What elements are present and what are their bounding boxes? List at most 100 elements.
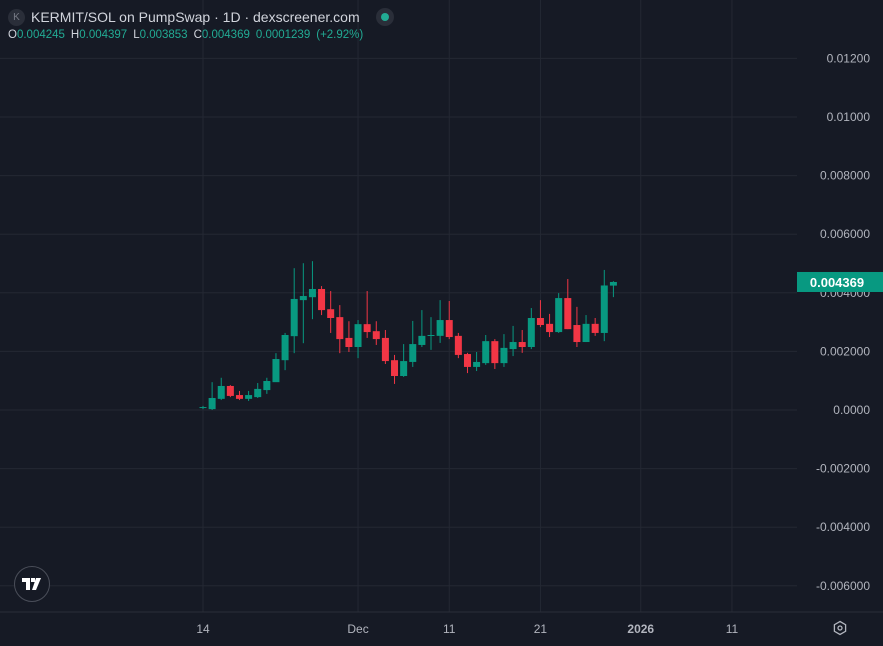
candle [409,320,417,367]
close-label: C [193,29,202,41]
price-tick-label: 0.0000 [833,403,870,417]
candle [381,330,389,364]
candle-body [372,331,380,340]
candle-body [491,341,499,364]
candle-body [555,298,563,333]
candle-body [527,317,535,348]
candle [263,377,271,394]
candle [473,351,481,372]
candle [318,286,326,316]
candle-body [418,335,426,345]
candle [290,268,298,354]
candle-body [573,325,581,343]
change-value: 0.0001239 [255,29,311,41]
candle-body [500,347,508,364]
close-value: 0.004369 [201,29,250,41]
candles [199,261,617,410]
candle-body [591,323,599,333]
symbol-logo-icon: K [8,8,25,26]
candle-body [609,281,617,286]
candle-body [308,288,316,298]
candle [491,339,499,369]
candle [500,334,508,367]
candle [555,293,563,333]
candle [573,306,581,348]
candle [418,310,426,348]
candle [546,313,554,338]
open-value: 0.004245 [16,29,65,41]
price-tick-label: -0.002000 [816,462,870,476]
candle [391,354,399,384]
candle [436,300,444,343]
candle-body [582,323,590,343]
last-price-label: 0.004369 [810,275,864,290]
candle-body [454,335,462,355]
high-label: H [70,29,80,41]
candle-body [381,337,389,362]
candle [564,279,572,330]
ohlc-values: O0.004245 H0.004397 L0.003853 C0.004369 … [8,29,394,41]
candle [217,377,225,401]
candle-body [318,288,326,311]
price-tick-label: 0.002000 [820,344,870,358]
candlestick-chart[interactable]: 0.012000.010000.0080000.0060000.0040000.… [0,0,883,646]
candle [600,269,608,342]
candle [299,263,307,344]
candle-body [235,395,243,399]
candle-body [336,317,344,340]
candle-body [245,395,253,399]
price-tick-label: 0.008000 [820,169,870,183]
candle [226,385,234,398]
candle [281,332,289,371]
candle [527,308,535,350]
candle-body [445,320,453,338]
candle-body [345,337,353,348]
price-axis[interactable]: 0.012000.010000.0080000.0060000.0040000.… [816,51,870,592]
candle-body [327,309,335,318]
time-tick-label: Dec [347,622,368,636]
candle-body [473,361,481,367]
candle-body [600,285,608,333]
market-status-icon[interactable] [375,8,394,26]
candle-body [254,388,262,398]
candle [463,352,471,374]
price-tick-label: 0.006000 [820,227,870,241]
low-value: 0.003853 [139,29,188,41]
settings-gear-icon[interactable] [832,620,848,636]
change-percent: (+2.92%) [316,29,364,41]
candle-body [299,296,307,301]
candle-body [354,324,362,348]
time-tick-label: 2026 [627,622,654,636]
high-value: 0.004397 [79,29,128,41]
candle [308,261,316,320]
candle [518,330,526,353]
time-tick-label: 21 [534,622,548,636]
candle-body [409,344,417,362]
price-tick-label: 0.01200 [827,51,871,65]
tradingview-logo-icon[interactable] [14,566,50,602]
last-price-marker: 0.004369 [797,271,883,292]
candle-body [391,360,399,377]
candle-body [509,342,517,350]
time-axis[interactable]: 14 Dec 11 21 2026 11 [196,622,738,636]
candle-body [217,385,225,399]
price-tick-label: -0.006000 [816,579,870,593]
candle-body [290,298,298,337]
candle [591,317,599,336]
candle-body [436,320,444,336]
candle-body [482,341,490,364]
price-tick-label: 0.01000 [827,110,871,124]
candle-body [281,334,289,361]
chart-title: KERMIT/SOL on PumpSwap · 1D · dexscreene… [31,9,360,25]
open-label: O [8,29,17,41]
candle-body [226,385,234,396]
candle [445,301,453,340]
candle [536,300,544,328]
candle [327,291,335,333]
time-tick-label: 11 [726,622,739,636]
candle [609,281,617,298]
candle [272,353,280,383]
candle-body [400,361,408,377]
candle [345,321,353,352]
candle-body [518,342,526,348]
